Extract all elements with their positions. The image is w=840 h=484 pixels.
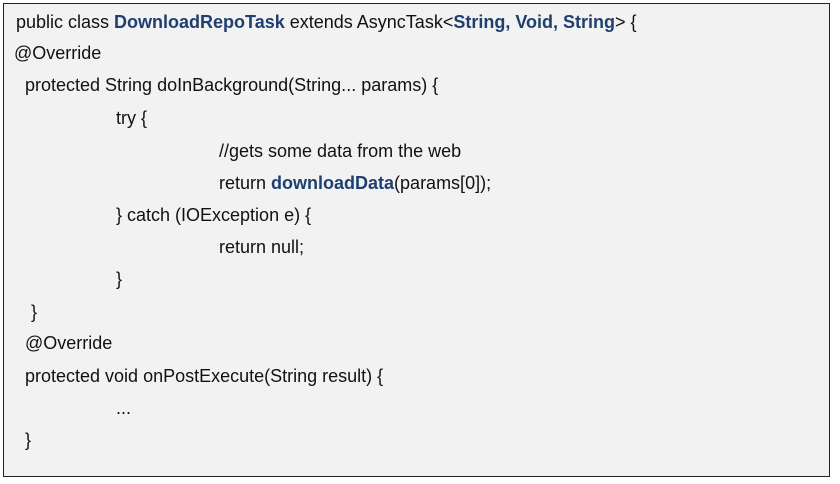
code-text: } [31, 302, 38, 322]
code-text: } [25, 430, 32, 450]
code-line-override-annotation-2: @Override [25, 332, 112, 354]
code-text: } [116, 269, 123, 289]
code-line-return-download: return downloadData(params[0]); [219, 172, 491, 194]
code-line-do-in-background: protected String doInBackground(String..… [25, 74, 438, 96]
code-line-on-post-execute: protected void onPostExecute(String resu… [25, 365, 383, 387]
code-comment: //gets some data from the web [219, 141, 462, 161]
code-text: ... [116, 398, 132, 418]
code-line-comment: //gets some data from the web [219, 140, 461, 162]
generic-types: String, Void, String [453, 12, 615, 32]
code-text: (params[0]); [394, 173, 492, 193]
code-text: } catch (IOException e) { [116, 205, 312, 225]
code-line-close-method: } [31, 301, 37, 323]
code-listing: public class DownloadRepoTask extends As… [3, 3, 830, 477]
code-line-ellipsis: ... [116, 397, 131, 419]
code-text: @Override [25, 333, 113, 353]
code-line-override-annotation: @Override [14, 42, 101, 64]
code-line-class-declaration: public class DownloadRepoTask extends As… [16, 11, 637, 33]
code-line-return-null: return null; [219, 236, 304, 258]
class-name: DownloadRepoTask [114, 12, 285, 32]
code-text: try { [116, 108, 148, 128]
method-name: downloadData [271, 173, 395, 193]
code-line-try: try { [116, 107, 147, 129]
code-text: extends AsyncTask< [284, 12, 454, 32]
code-text: protected String doInBackground(String..… [25, 75, 439, 95]
code-line-catch: } catch (IOException e) { [116, 204, 311, 226]
code-text: protected void onPostExecute(String resu… [25, 366, 384, 386]
code-text: > { [615, 12, 637, 32]
code-text: return null; [219, 237, 305, 257]
code-text: public class [16, 12, 115, 32]
code-text: @Override [14, 43, 102, 63]
code-line-close-post-execute: } [25, 429, 31, 451]
code-text: return [219, 173, 272, 193]
code-line-close-catch: } [116, 268, 122, 290]
